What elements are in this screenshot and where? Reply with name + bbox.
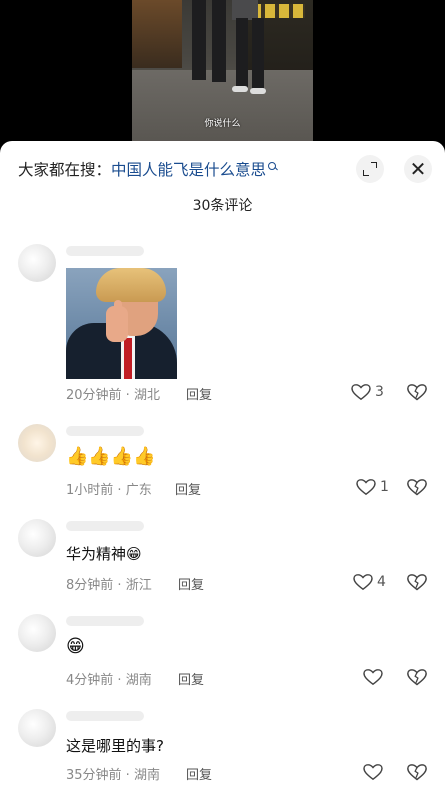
avatar[interactable] <box>18 709 56 747</box>
dislike-button[interactable] <box>406 573 428 591</box>
dislike-button[interactable] <box>406 383 428 401</box>
like-button[interactable] <box>362 763 387 781</box>
username[interactable] <box>66 426 144 436</box>
broken-heart-icon <box>407 764 427 781</box>
dislike-button[interactable] <box>406 763 428 781</box>
close-button[interactable]: ✕ <box>404 155 432 183</box>
dislike-button[interactable] <box>406 668 428 686</box>
comment-text: 😁 <box>66 636 85 657</box>
like-count: 3 <box>375 384 384 400</box>
broken-heart-icon <box>407 574 427 591</box>
comment-count-title: 30条评论 <box>192 198 253 214</box>
username[interactable] <box>66 246 144 256</box>
reply-button[interactable]: 回复 <box>186 764 212 783</box>
video-person-leg <box>236 18 248 88</box>
avatar[interactable] <box>18 519 56 557</box>
comment-item: 😁 4分钟前 · 湖南 回复 <box>0 614 445 688</box>
comment-meta: 4分钟前 · 湖南 <box>66 673 152 688</box>
video-player[interactable]: 你说什么 <box>0 0 445 150</box>
heart-icon <box>355 478 377 496</box>
heart-icon <box>350 383 372 401</box>
username[interactable] <box>66 521 144 531</box>
avatar[interactable] <box>18 614 56 652</box>
broken-heart-icon <box>407 384 427 401</box>
comment-image[interactable] <box>66 268 177 379</box>
video-shoe <box>250 88 266 94</box>
suggested-search-prefix: 大家都在搜： <box>18 161 112 179</box>
username[interactable] <box>66 711 144 721</box>
heart-icon <box>352 573 374 591</box>
reply-button[interactable]: 回复 <box>178 669 204 688</box>
video-person-body <box>232 0 258 20</box>
comment-text: 华为精神😁 <box>66 545 142 563</box>
expand-icon <box>363 162 377 176</box>
close-icon: ✕ <box>409 157 427 181</box>
like-button[interactable]: 4 <box>352 573 386 591</box>
avatar[interactable] <box>18 424 56 462</box>
broken-heart-icon <box>407 669 427 686</box>
comment-meta: 20分钟前 · 湖北 <box>66 388 160 403</box>
broken-heart-icon <box>407 479 427 496</box>
username[interactable] <box>66 616 144 626</box>
video-shoe <box>232 86 248 92</box>
video-person-leg <box>212 0 226 82</box>
search-icon <box>268 162 277 171</box>
comment-text: 这是哪里的事? <box>66 737 164 755</box>
expand-button[interactable] <box>356 155 384 183</box>
comment-item: 华为精神😁 8分钟前 · 浙江 回复 4 <box>0 519 445 593</box>
like-button[interactable]: 1 <box>355 478 389 496</box>
comment-item: 👍👍👍👍 1小时前 · 广东 回复 1 <box>0 424 445 498</box>
comment-item: 20分钟前 · 湖北 回复 3 <box>0 244 445 404</box>
heart-icon <box>362 763 384 781</box>
video-shop-left <box>132 0 182 68</box>
comment-meta: 35分钟前 · 湖南 <box>66 768 160 783</box>
video-person-leg <box>192 0 206 80</box>
reply-button[interactable]: 回复 <box>175 479 201 498</box>
like-button[interactable]: 3 <box>350 383 384 401</box>
comment-text: 👍👍👍👍 <box>66 446 156 467</box>
dislike-button[interactable] <box>406 478 428 496</box>
comment-sheet: 大家都在搜：中国人能飞是什么意思 ✕ 30条评论 20分钟前 · 湖北 回复 3 <box>0 141 445 800</box>
comment-meta: 1小时前 · 广东 <box>66 483 152 498</box>
avatar[interactable] <box>18 244 56 282</box>
like-button[interactable] <box>362 668 387 686</box>
heart-icon <box>362 668 384 686</box>
like-count: 1 <box>380 479 389 495</box>
video-person-leg <box>252 18 264 90</box>
comment-meta: 8分钟前 · 浙江 <box>66 578 152 593</box>
reply-button[interactable]: 回复 <box>186 384 212 403</box>
video-street <box>132 70 313 150</box>
comment-item: 这是哪里的事? 35分钟前 · 湖南 回复 <box>0 709 445 784</box>
reply-button[interactable]: 回复 <box>178 574 204 593</box>
like-count: 4 <box>377 574 386 590</box>
suggested-search[interactable]: 大家都在搜：中国人能飞是什么意思 <box>18 158 277 180</box>
video-frame: 你说什么 <box>132 0 313 150</box>
video-subtitle: 你说什么 <box>204 119 241 129</box>
suggested-search-query[interactable]: 中国人能飞是什么意思 <box>111 161 266 179</box>
